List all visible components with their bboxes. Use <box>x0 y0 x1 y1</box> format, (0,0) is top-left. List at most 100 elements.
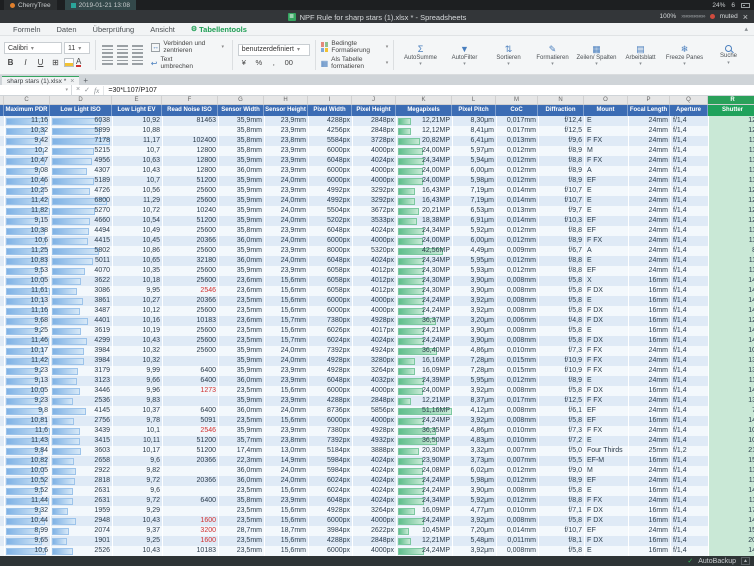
cell-f[interactable]: 20366 <box>163 236 219 246</box>
cell-c[interactable]: 9,32 <box>5 506 51 516</box>
cell-k[interactable]: 24,30MP <box>397 286 453 296</box>
cell-i[interactable]: 6058px <box>309 286 353 296</box>
cell-l[interactable]: 4,77μm <box>453 506 497 516</box>
cell-k[interactable]: 36,40MP <box>397 346 453 356</box>
cell-h[interactable]: 23,9mm <box>265 116 309 126</box>
cell-e[interactable]: 10,43 <box>113 546 163 556</box>
cell-q[interactable]: f/1,4 <box>671 286 709 296</box>
cell-o[interactable]: M <box>585 466 629 476</box>
column-header-m[interactable]: CoC <box>496 105 538 116</box>
cell-i[interactable]: 4928px <box>309 366 353 376</box>
cell-i[interactable]: 6048px <box>309 256 353 266</box>
cell-p[interactable]: 24mm <box>629 176 671 186</box>
cell-l[interactable]: 4,86μm <box>453 346 497 356</box>
cell-g[interactable]: 35,9mm <box>219 186 265 196</box>
cell-i[interactable]: 6026px <box>309 326 353 336</box>
cell-k[interactable]: 16,43MP <box>397 196 453 206</box>
cell-e[interactable]: 9,29 <box>113 506 163 516</box>
cell-p[interactable]: 24mm <box>629 246 671 256</box>
cell-j[interactable]: 4012px <box>353 276 397 286</box>
cell-o[interactable]: EF <box>585 416 629 426</box>
column-header-d[interactable]: Low Light ISO <box>50 105 112 116</box>
cell-l[interactable]: 5,97μm <box>453 146 497 156</box>
cell-d[interactable]: 5270 <box>51 206 113 216</box>
cell-p[interactable]: 24mm <box>629 376 671 386</box>
cell-q[interactable]: f/1,4 <box>671 506 709 516</box>
cell-i[interactable]: 4256px <box>309 126 353 136</box>
cell-o[interactable]: E <box>585 546 629 556</box>
cell-n[interactable]: f/8,8 <box>539 156 585 166</box>
cell-h[interactable]: 24,0mm <box>265 196 309 206</box>
cell-q[interactable]: f/1,4 <box>671 276 709 286</box>
cell-e[interactable]: 9,83 <box>113 396 163 406</box>
cell-m[interactable]: 0,008mm <box>497 306 539 316</box>
cell-p[interactable]: 24mm <box>629 496 671 506</box>
cell-j[interactable]: 3728px <box>353 136 397 146</box>
cell-p[interactable]: 24mm <box>629 146 671 156</box>
cell-r[interactable]: 14 <box>709 546 754 556</box>
cell-k[interactable]: 16,16MP <box>397 356 453 366</box>
cell-q[interactable]: f/1,4 <box>671 116 709 126</box>
cell-f[interactable]: 25600 <box>163 326 219 336</box>
cell-f[interactable]: 25600 <box>163 226 219 236</box>
cell-r[interactable]: 11 <box>709 376 754 386</box>
cell-f[interactable]: 1600 <box>163 536 219 546</box>
cell-d[interactable]: 2631 <box>51 486 113 496</box>
cell-r[interactable]: 14 <box>709 486 754 496</box>
cell-j[interactable]: 4024px <box>353 226 397 236</box>
cell-j[interactable]: 4000px <box>353 176 397 186</box>
cell-c[interactable]: 10,81 <box>5 416 51 426</box>
cell-l[interactable]: 3,92μm <box>453 306 497 316</box>
cell-g[interactable]: 36,0mm <box>219 476 265 486</box>
cell-r[interactable]: 13 <box>709 366 754 376</box>
cell-l[interactable]: 8,41μm <box>453 126 497 136</box>
cell-f[interactable]: 12800 <box>163 166 219 176</box>
cell-q[interactable]: f/1,4 <box>671 536 709 546</box>
cell-r[interactable]: 11 <box>709 466 754 476</box>
cell-r[interactable]: 7 <box>709 406 754 416</box>
cell-d[interactable]: 4415 <box>51 236 113 246</box>
cell-e[interactable]: 10,65 <box>113 256 163 266</box>
ribbon-button-autosumme[interactable]: Σ AutoSumme ▾ <box>399 38 442 72</box>
cell-g[interactable]: 28,7mm <box>219 526 265 536</box>
cell-l[interactable]: 5,94μm <box>453 156 497 166</box>
cell-k[interactable]: 24,39MP <box>397 376 453 386</box>
cell-k[interactable]: 10,45MP <box>397 526 453 536</box>
cell-q[interactable]: f/1,4 <box>671 376 709 386</box>
cell-m[interactable]: 0,014mm <box>497 216 539 226</box>
cell-o[interactable]: F DX <box>585 536 629 546</box>
column-letter-k[interactable]: K <box>396 96 452 104</box>
cell-e[interactable]: 10,7 <box>113 176 163 186</box>
cell-l[interactable]: 7,19μm <box>453 186 497 196</box>
cell-l[interactable]: 3,90μm <box>453 326 497 336</box>
cell-d[interactable]: 3984 <box>51 356 113 366</box>
cell-m[interactable]: 0,007mm <box>497 446 539 456</box>
cell-m[interactable]: 0,013mm <box>497 136 539 146</box>
cell-l[interactable]: 3,92μm <box>453 386 497 396</box>
cell-g[interactable]: 23,5mm <box>219 416 265 426</box>
cell-p[interactable]: 16mm <box>629 516 671 526</box>
cell-r[interactable]: 11 <box>709 256 754 266</box>
cell-q[interactable]: f/1,4 <box>671 466 709 476</box>
cell-d[interactable]: 1959 <box>51 506 113 516</box>
cell-c[interactable]: 10,13 <box>5 296 51 306</box>
cell-l[interactable]: 3,90μm <box>453 486 497 496</box>
cell-c[interactable]: 10,2 <box>5 146 51 156</box>
cell-g[interactable]: 36,0mm <box>219 466 265 476</box>
cell-q[interactable]: f/1,4 <box>671 216 709 226</box>
formula-input[interactable]: =30*L107/P107 <box>104 87 160 94</box>
cell-j[interactable]: 2848px <box>353 116 397 126</box>
cell-i[interactable]: 6048px <box>309 156 353 166</box>
cell-c[interactable]: 9,08 <box>5 166 51 176</box>
cell-g[interactable]: 23,5mm <box>219 536 265 546</box>
cell-p[interactable]: 24mm <box>629 466 671 476</box>
cell-i[interactable]: 4288px <box>309 396 353 406</box>
cell-n[interactable]: f/5,8 <box>539 306 585 316</box>
cell-c[interactable]: 10,38 <box>5 226 51 236</box>
cell-d[interactable]: 4401 <box>51 316 113 326</box>
cell-h[interactable]: 15,6mm <box>265 286 309 296</box>
cell-n[interactable]: f/12,4 <box>539 116 585 126</box>
cell-j[interactable]: 4017px <box>353 326 397 336</box>
cell-g[interactable]: 23,5mm <box>219 516 265 526</box>
cell-g[interactable]: 35,9mm <box>219 196 265 206</box>
